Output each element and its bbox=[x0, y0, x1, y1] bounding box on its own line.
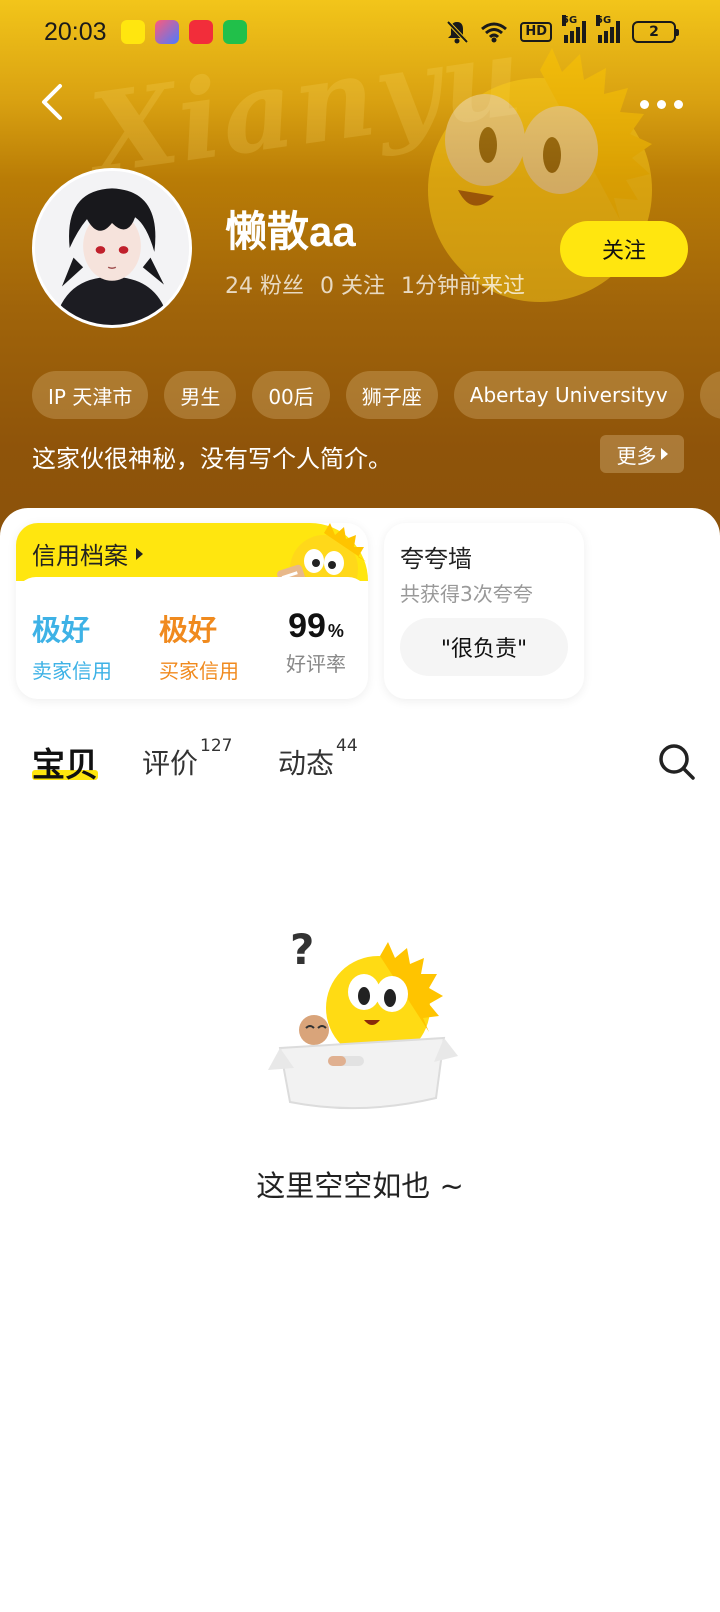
status-indicators: HD 5G 5G 2 bbox=[446, 15, 679, 44]
profile-tags: IP 天津市 男生 00后 狮子座 Abertay Universityv bbox=[32, 371, 720, 419]
triangle-right-icon bbox=[660, 448, 668, 460]
praise-wall-title: 夸夸墙 bbox=[400, 545, 472, 573]
more-dots-icon[interactable] bbox=[640, 92, 688, 116]
music-app-icon bbox=[188, 20, 213, 44]
follow-button[interactable]: 关注 bbox=[560, 221, 688, 277]
tag-gender: 男生 bbox=[164, 371, 237, 419]
praise-chip[interactable]: "很负责" bbox=[400, 618, 568, 676]
battery-icon: 2 bbox=[632, 21, 679, 43]
profile-stats: 24 粉丝 0 关注 1分钟前来过 bbox=[225, 268, 525, 300]
tag-school: Abertay Universityv bbox=[453, 371, 684, 419]
svg-text:?: ? bbox=[290, 930, 314, 974]
signal-icon-1: 5G bbox=[562, 15, 586, 43]
seller-credit: 极好 卖家信用 bbox=[32, 613, 112, 683]
credit-profile-card[interactable]: 信用档案 极好 卖家信用 极好 买家信用 99% 好评率 bbox=[16, 523, 368, 699]
credit-card-title: 信用档案 bbox=[32, 536, 143, 571]
praise-count: 共获得3次夸夸 bbox=[400, 582, 533, 606]
praise-wall-card[interactable]: 夸夸墙 共获得3次夸夸 "很负责" bbox=[384, 523, 584, 699]
moments-count: 44 bbox=[336, 735, 358, 756]
bio-more-button[interactable]: 更多 bbox=[600, 435, 684, 473]
empty-state-text: 这里空空如也 ~ bbox=[256, 1169, 464, 1203]
bio-text: 这家伙很神秘，没有写个人简介。 bbox=[32, 445, 392, 473]
back-arrow-icon[interactable] bbox=[34, 80, 74, 124]
status-bar: 20:03 HD 5G 5G 2 bbox=[0, 0, 720, 64]
app-notification-icon-1 bbox=[120, 20, 145, 44]
following-count[interactable]: 0 关注 bbox=[320, 268, 385, 300]
buyer-credit: 极好 买家信用 bbox=[159, 613, 239, 683]
last-seen: 1分钟前来过 bbox=[401, 274, 525, 299]
mute-bell-icon bbox=[446, 20, 469, 44]
status-time: 20:03 bbox=[44, 17, 107, 46]
triangle-right-icon bbox=[136, 547, 143, 560]
avatar[interactable] bbox=[32, 168, 192, 328]
app-notification-icon-4 bbox=[222, 20, 247, 44]
tag-ip-location: IP 天津市 bbox=[32, 371, 149, 419]
avatar-illustration bbox=[35, 171, 189, 325]
positive-rating: 99% 好评率 bbox=[286, 607, 346, 676]
signal-icon-2: 5G bbox=[596, 15, 620, 43]
more-label: 更多 bbox=[616, 443, 657, 468]
fans-count[interactable]: 24 粉丝 bbox=[225, 268, 304, 300]
wifi-icon bbox=[481, 22, 508, 43]
app-notification-icon-2 bbox=[154, 20, 179, 44]
reviews-count: 127 bbox=[200, 735, 233, 756]
tab-items[interactable]: 宝贝 bbox=[32, 738, 98, 786]
status-app-icons bbox=[120, 20, 247, 44]
tab-reviews[interactable]: 评价127 bbox=[142, 736, 232, 782]
hd-voice-badge: HD bbox=[520, 22, 552, 42]
tag-overflow bbox=[699, 371, 720, 419]
username: 懒散aa bbox=[225, 208, 356, 255]
tab-moments[interactable]: 动态44 bbox=[278, 736, 358, 782]
search-icon[interactable] bbox=[657, 742, 697, 782]
tag-zodiac: 狮子座 bbox=[345, 371, 438, 419]
empty-state-illustration: ? bbox=[268, 930, 458, 1110]
tag-generation: 00后 bbox=[252, 371, 330, 419]
